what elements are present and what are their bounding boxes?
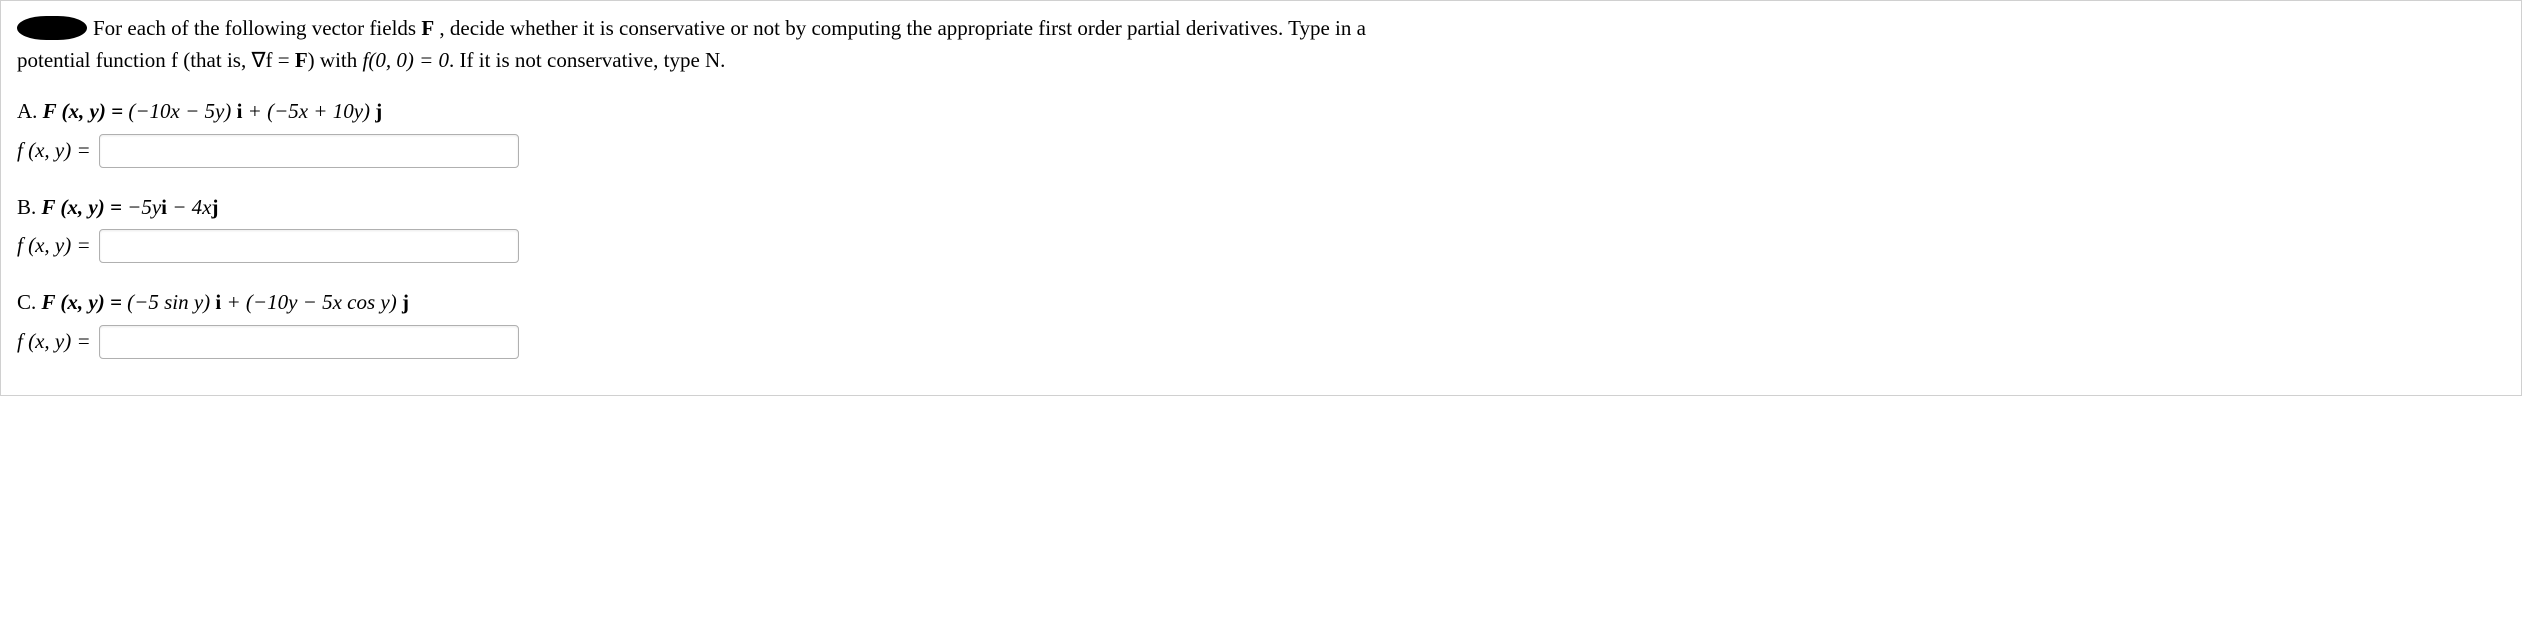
problem-B: B. F (x, y) = −5yi − 4xj f (x, y) = bbox=[17, 192, 2505, 264]
intro-cond: f(0, 0) = 0 bbox=[363, 48, 450, 72]
problem-B-j: j bbox=[212, 195, 219, 219]
problem-A-rhs2: + (−5x + 10y) bbox=[242, 99, 375, 123]
problem-C: C. F (x, y) = (−5 sin y) i + (−10y − 5x … bbox=[17, 287, 2505, 359]
intro-F-1: F bbox=[421, 16, 434, 40]
intro-grad: ∇f = bbox=[251, 48, 294, 72]
problem-A: A. F (x, y) = (−10x − 5y) i + (−5x + 10y… bbox=[17, 96, 2505, 168]
problem-C-equation: C. F (x, y) = (−5 sin y) i + (−10y − 5x … bbox=[17, 287, 2505, 319]
problem-B-lhs: F (x, y) = bbox=[42, 195, 128, 219]
problem-B-label: B. bbox=[17, 195, 42, 219]
problem-A-lhs: F (x, y) = bbox=[43, 99, 129, 123]
problem-A-answer-line: f (x, y) = bbox=[17, 134, 2505, 168]
problem-C-rhs1: (−5 sin y) bbox=[127, 290, 215, 314]
problem-B-answer-label: f (x, y) = bbox=[17, 230, 91, 262]
intro-F-2: F bbox=[295, 48, 308, 72]
problem-B-rhs2: − 4x bbox=[167, 195, 212, 219]
redaction-blob bbox=[17, 16, 87, 40]
problem-B-equation: B. F (x, y) = −5yi − 4xj bbox=[17, 192, 2505, 224]
problem-B-input[interactable] bbox=[99, 229, 519, 263]
intro-text-5: . If it is not conservative, type N. bbox=[449, 48, 725, 72]
problem-C-rhs2: + (−10y − 5x cos y) bbox=[221, 290, 402, 314]
problem-A-label: A. bbox=[17, 99, 43, 123]
problem-A-rhs1: (−10x − 5y) bbox=[128, 99, 236, 123]
problem-A-equation: A. F (x, y) = (−10x − 5y) i + (−5x + 10y… bbox=[17, 96, 2505, 128]
problem-A-answer-label: f (x, y) = bbox=[17, 135, 91, 167]
problem-C-label: C. bbox=[17, 290, 42, 314]
instructions: For each of the following vector fields … bbox=[17, 13, 2505, 76]
problem-A-input[interactable] bbox=[99, 134, 519, 168]
intro-text-1: For each of the following vector fields bbox=[93, 16, 421, 40]
problem-C-answer-label: f (x, y) = bbox=[17, 326, 91, 358]
problem-C-input[interactable] bbox=[99, 325, 519, 359]
problem-C-answer-line: f (x, y) = bbox=[17, 325, 2505, 359]
problem-B-answer-line: f (x, y) = bbox=[17, 229, 2505, 263]
problem-B-rhs1: −5y bbox=[127, 195, 161, 219]
intro-text-2: , decide whether it is conservative or n… bbox=[434, 16, 1366, 40]
intro-text-3: potential function f (that is, bbox=[17, 48, 251, 72]
problem-A-j: j bbox=[375, 99, 382, 123]
intro-text-4: ) with bbox=[308, 48, 363, 72]
problem-C-lhs: F (x, y) = bbox=[42, 290, 128, 314]
problem-C-j: j bbox=[402, 290, 409, 314]
